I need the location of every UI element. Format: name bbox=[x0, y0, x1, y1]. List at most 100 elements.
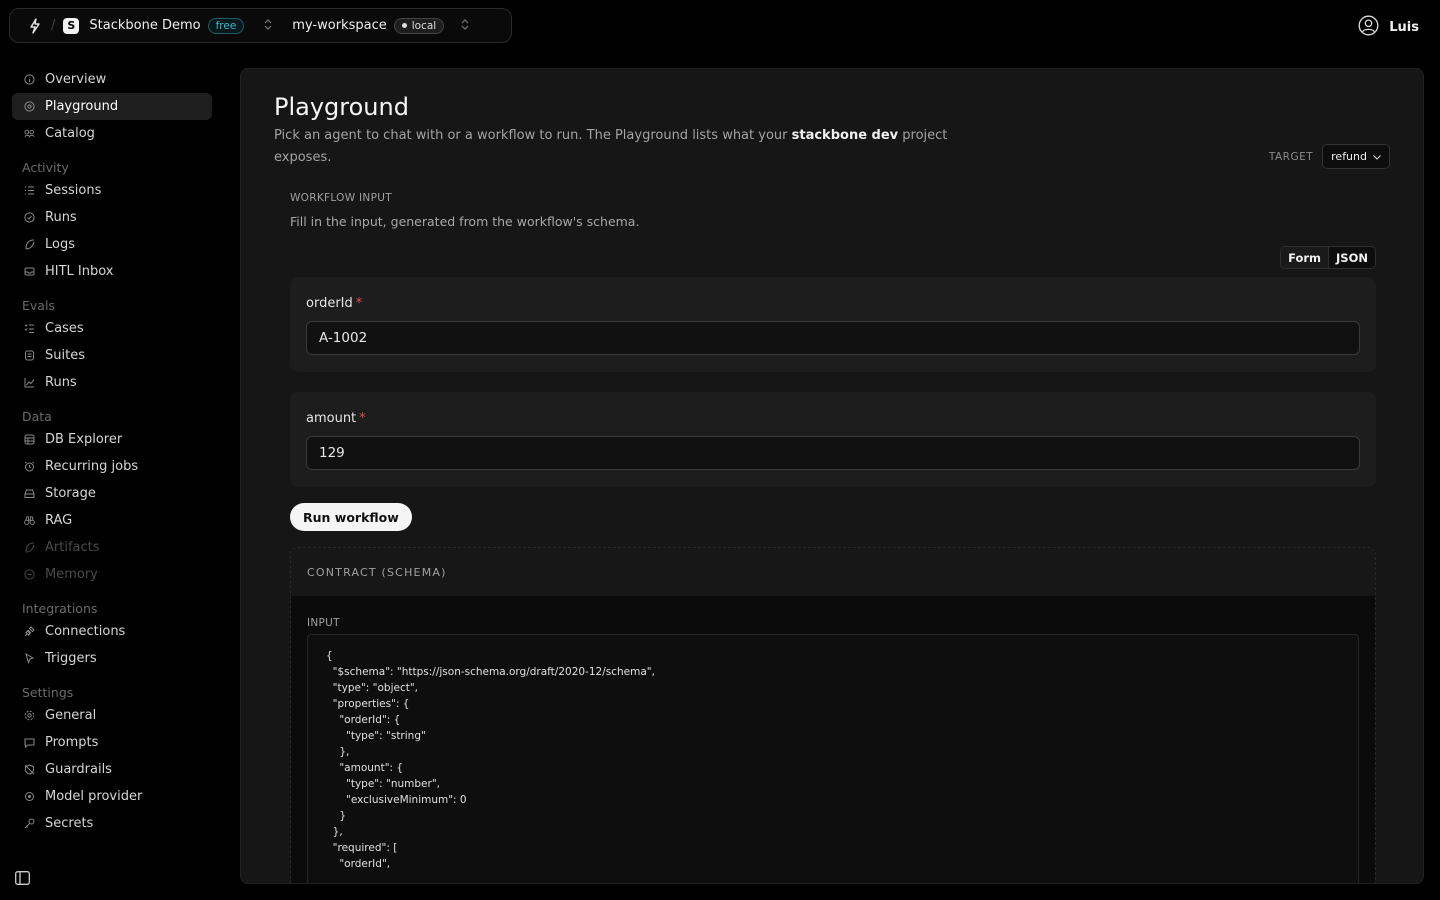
sidebar-item-storage[interactable]: Storage bbox=[12, 480, 212, 507]
sidebar-section-evals: Evals bbox=[22, 298, 55, 313]
project-slug: stackbone dev bbox=[791, 128, 899, 143]
pointer-icon bbox=[24, 653, 35, 664]
sidebar-section-integrations: Integrations bbox=[22, 601, 98, 616]
sidebar-item-hitl-inbox[interactable]: HITL Inbox bbox=[12, 258, 212, 285]
target-selector: TARGET refund bbox=[1269, 144, 1390, 169]
input-mode-toggle: Form JSON bbox=[1280, 246, 1376, 269]
contract-schema-panel: CONTRACT (SCHEMA) INPUT { "$schema": "ht… bbox=[290, 547, 1376, 883]
sidebar-section-activity: Activity bbox=[22, 160, 69, 175]
inbox-icon bbox=[24, 266, 35, 277]
workspace-name[interactable]: my-workspace bbox=[292, 18, 386, 33]
sidebar-item-label: Overview bbox=[45, 72, 107, 87]
sidebar-item-overview[interactable]: Overview bbox=[12, 66, 212, 93]
sidebar-item-sessions[interactable]: Sessions bbox=[12, 177, 212, 204]
sidebar-item-label: Artifacts bbox=[45, 540, 100, 555]
field-label-text: orderId bbox=[306, 296, 353, 311]
sidebar-item-label: Secrets bbox=[45, 816, 94, 831]
sidebar-item-cases[interactable]: Cases bbox=[12, 315, 212, 342]
database-icon bbox=[24, 434, 35, 445]
project-switcher-bar: / S Stackbone Demo free my-workspace loc… bbox=[9, 8, 512, 43]
message-icon bbox=[24, 737, 35, 748]
project-chevron-updown-icon[interactable] bbox=[264, 18, 272, 33]
key-icon bbox=[24, 818, 35, 829]
sidebar-item-recurring-jobs[interactable]: Recurring jobs bbox=[12, 453, 212, 480]
project-name[interactable]: Stackbone Demo bbox=[89, 18, 200, 33]
hard-drive-icon bbox=[24, 488, 35, 499]
clock-icon bbox=[24, 212, 35, 223]
sidebar-item-logs[interactable]: Logs bbox=[12, 231, 212, 258]
sidebar-item-general[interactable]: General bbox=[12, 702, 212, 729]
schema-json-text: { "$schema": "https://json-schema.org/dr… bbox=[326, 650, 655, 870]
logs-icon bbox=[24, 239, 35, 250]
field-label: orderId * bbox=[306, 296, 362, 311]
sidebar-item-label: HITL Inbox bbox=[45, 264, 114, 279]
amount-input[interactable]: 129 bbox=[306, 436, 1360, 470]
target-dropdown[interactable]: refund bbox=[1322, 144, 1390, 169]
chart-line-icon bbox=[24, 377, 35, 388]
sidebar-item-secrets[interactable]: Secrets bbox=[12, 810, 212, 837]
sidebar-item-artifacts: Artifacts bbox=[12, 534, 212, 561]
sidebar-item-label: Guardrails bbox=[45, 762, 112, 777]
field-card-order-id: orderId * A-1002 bbox=[290, 277, 1376, 372]
sidebar-item-suites[interactable]: Suites bbox=[12, 342, 212, 369]
sidebar-item-label: Catalog bbox=[45, 126, 95, 141]
sidebar-item-model-provider[interactable]: Model provider bbox=[12, 783, 212, 810]
page-description: Pick an agent to chat with or a workflow… bbox=[274, 125, 954, 169]
sidebar-item-label: Model provider bbox=[45, 789, 143, 804]
page-title: Playground bbox=[274, 93, 409, 121]
sidebar-item-catalog[interactable]: Catalog bbox=[12, 120, 212, 147]
playground-panel: Playground Pick an agent to chat with or… bbox=[240, 68, 1424, 884]
catalog-icon bbox=[24, 128, 35, 139]
sidebar: Overview Playground Catalog Activity Ses… bbox=[0, 66, 224, 837]
workspace-chevron-updown-icon[interactable] bbox=[461, 18, 469, 33]
sidebar-item-connections[interactable]: Connections bbox=[12, 618, 212, 645]
sidebar-section-data: Data bbox=[22, 409, 52, 424]
sidebar-item-memory: Memory bbox=[12, 561, 212, 588]
sidebar-item-db-explorer[interactable]: DB Explorer bbox=[12, 426, 212, 453]
workflow-input-hint: Fill in the input, generated from the wo… bbox=[290, 214, 640, 229]
layers-icon bbox=[24, 350, 35, 361]
sidebar-item-label: Prompts bbox=[45, 735, 99, 750]
page-description-text: Pick an agent to chat with or a workflow… bbox=[274, 128, 792, 143]
sidebar-item-guardrails[interactable]: Guardrails bbox=[12, 756, 212, 783]
shield-off-icon bbox=[24, 764, 35, 775]
tab-form[interactable]: Form bbox=[1281, 247, 1330, 268]
plug-icon bbox=[24, 626, 35, 637]
target-value: refund bbox=[1331, 150, 1367, 163]
sidebar-item-label: RAG bbox=[45, 513, 73, 528]
sidebar-item-triggers[interactable]: Triggers bbox=[12, 645, 212, 672]
sidebar-item-label: General bbox=[45, 708, 97, 723]
sidebar-toggle-icon[interactable] bbox=[15, 870, 30, 885]
order-id-input[interactable]: A-1002 bbox=[306, 321, 1360, 355]
field-card-amount: amount * 129 bbox=[290, 392, 1376, 487]
sidebar-item-playground[interactable]: Playground bbox=[12, 93, 212, 120]
info-circle-icon bbox=[24, 74, 35, 85]
model-icon bbox=[24, 791, 35, 802]
required-marker: * bbox=[355, 296, 363, 311]
sidebar-item-eval-runs[interactable]: Runs bbox=[12, 369, 212, 396]
list-check-icon bbox=[24, 323, 35, 334]
sidebar-item-label: Sessions bbox=[45, 183, 102, 198]
user-menu[interactable]: Luis bbox=[1358, 15, 1419, 40]
plan-badge: free bbox=[207, 17, 245, 34]
required-marker: * bbox=[359, 411, 366, 426]
sidebar-item-runs[interactable]: Runs bbox=[12, 204, 212, 231]
env-badge: local bbox=[393, 17, 445, 34]
gear-icon bbox=[24, 710, 35, 721]
schema-code-block[interactable]: { "$schema": "https://json-schema.org/dr… bbox=[307, 634, 1359, 883]
contract-title: CONTRACT (SCHEMA) bbox=[291, 548, 1375, 596]
sidebar-item-rag[interactable]: RAG bbox=[12, 507, 212, 534]
sidebar-item-label: Runs bbox=[45, 210, 77, 225]
list-icon bbox=[24, 185, 35, 196]
run-workflow-button[interactable]: Run workflow bbox=[290, 503, 412, 531]
sidebar-item-label: Playground bbox=[45, 99, 119, 114]
sidebar-item-label: DB Explorer bbox=[45, 432, 123, 447]
stackbone-logo-icon[interactable] bbox=[27, 17, 43, 34]
user-circle-icon bbox=[1358, 15, 1379, 40]
sidebar-item-label: Logs bbox=[45, 237, 75, 252]
sidebar-item-prompts[interactable]: Prompts bbox=[12, 729, 212, 756]
env-badge-label: local bbox=[411, 19, 437, 32]
contract-body: INPUT { "$schema": "https://json-schema.… bbox=[291, 596, 1375, 883]
sidebar-section-settings: Settings bbox=[22, 685, 74, 700]
tab-json[interactable]: JSON bbox=[1329, 247, 1375, 268]
